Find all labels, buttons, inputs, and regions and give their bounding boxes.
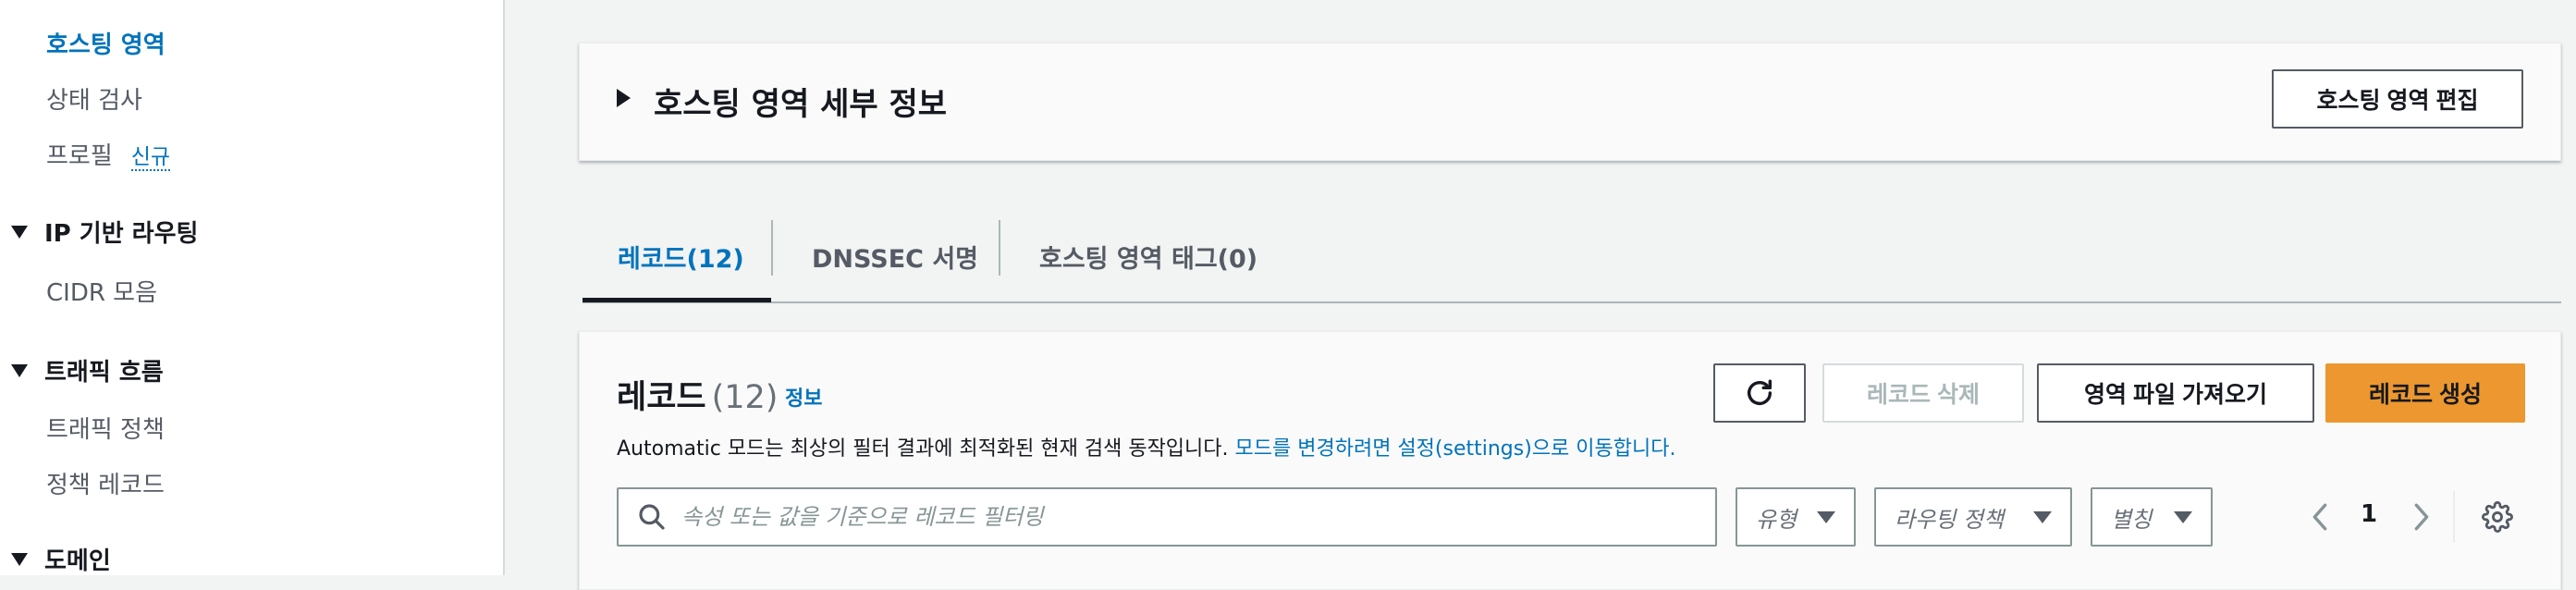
hosted-zone-details-panel: 호스팅 영역 세부 정보 호스팅 영역 편집 [579, 43, 2561, 161]
next-page-button[interactable] [2403, 495, 2440, 539]
caret-down-icon [11, 225, 28, 239]
tab-divider [999, 220, 1000, 276]
records-description: Automatic 모드는 최상의 필터 결과에 최적화된 현재 검색 동작입니… [617, 432, 1675, 461]
caret-right-icon[interactable] [617, 89, 631, 107]
refresh-icon [1747, 379, 1773, 405]
tab-dnssec-signing[interactable]: DNSSEC 서명 [812, 211, 978, 301]
import-zone-file-button[interactable]: 영역 파일 가져오기 [2037, 363, 2314, 423]
type-filter-select[interactable]: 유형 [1736, 487, 1856, 547]
info-link[interactable]: 정보 [785, 382, 822, 412]
preferences-button[interactable] [2475, 495, 2520, 539]
alias-filter-select[interactable]: 별칭 [2091, 487, 2213, 547]
sidebar-section-label: IP 기반 라우팅 [44, 220, 199, 248]
select-value: 별칭 [2111, 506, 2153, 533]
sidebar: 호스팅 영역 상태 검사 프로필 신규 IP 기반 라우팅 CIDR 모음 트래픽… [0, 0, 505, 575]
sidebar-item-policy-records[interactable]: 정책 레코드 [46, 466, 165, 500]
tab-bar: 레코드(12) DNSSEC 서명 호스팅 영역 태그(0) [583, 211, 2561, 303]
routing-policy-filter-select[interactable]: 라우팅 정책 [1874, 487, 2072, 547]
select-value: 유형 [1756, 506, 1797, 533]
edit-hosted-zone-button[interactable]: 호스팅 영역 편집 [2272, 69, 2523, 129]
delete-record-button[interactable]: 레코드 삭제 [1822, 363, 2024, 423]
active-tab-indicator [583, 298, 771, 302]
records-filter-search [617, 487, 1717, 547]
details-title[interactable]: 호스팅 영역 세부 정보 [654, 79, 947, 124]
caret-down-icon [11, 552, 28, 566]
refresh-button[interactable] [1713, 363, 1806, 423]
tab-divider [771, 220, 773, 276]
records-count: (12) [711, 379, 779, 416]
search-icon [624, 489, 680, 545]
records-panel: 레코드 (12) 정보 Automatic 모드는 최상의 필터 결과에 최적화된… [579, 331, 2561, 590]
sidebar-section-ip-routing[interactable]: IP 기반 라우팅 [11, 215, 198, 249]
sidebar-item-label: 프로필 [46, 142, 113, 170]
tab-records[interactable]: 레코드(12) [618, 211, 744, 301]
records-title: 레코드 [617, 379, 706, 416]
caret-down-icon [2033, 510, 2052, 523]
sidebar-item-cidr-collections[interactable]: CIDR 모음 [46, 274, 157, 308]
create-record-button[interactable]: 레코드 생성 [2325, 363, 2525, 423]
current-page-number[interactable]: 1 [2361, 500, 2377, 528]
caret-down-icon [2174, 510, 2192, 523]
gear-icon [2482, 501, 2513, 533]
sidebar-item-hosted-zones[interactable]: 호스팅 영역 [46, 26, 166, 60]
search-input[interactable] [680, 491, 1715, 543]
sidebar-section-label: 트래픽 흐름 [44, 359, 164, 387]
sidebar-section-traffic-flow[interactable]: 트래픽 흐름 [11, 353, 164, 387]
description-text: Automatic 모드는 최상의 필터 결과에 최적화된 현재 검색 동작입니… [617, 437, 1235, 461]
chevron-right-icon [2414, 503, 2429, 531]
settings-link[interactable]: 모드를 변경하려면 설정(settings)으로 이동합니다. [1235, 437, 1676, 461]
select-value: 라우팅 정책 [1895, 506, 2005, 533]
sidebar-section-domains[interactable]: 도메인 [11, 542, 111, 576]
divider [2453, 491, 2455, 543]
caret-down-icon [11, 363, 28, 377]
sidebar-item-health-checks[interactable]: 상태 검사 [46, 81, 142, 116]
sidebar-section-label: 도메인 [44, 547, 111, 575]
records-heading: 레코드 (12) [617, 371, 778, 418]
new-badge: 신규 [130, 145, 171, 171]
tab-hosted-zone-tags[interactable]: 호스팅 영역 태그(0) [1039, 211, 1257, 301]
previous-page-button[interactable] [2301, 495, 2338, 539]
caret-down-icon [1817, 510, 1835, 523]
chevron-left-icon [2312, 503, 2327, 531]
sidebar-item-profiles[interactable]: 프로필 신규 [46, 137, 171, 171]
sidebar-item-traffic-policies[interactable]: 트래픽 정책 [46, 411, 165, 445]
